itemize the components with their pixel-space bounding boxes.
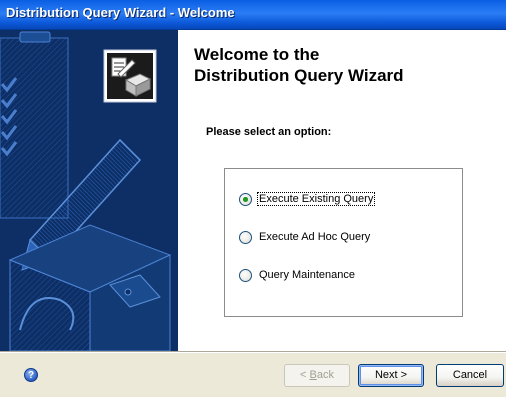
wizard-sidebar-graphic — [0, 30, 178, 351]
wizard-content-panel: Welcome to the Distribution Query Wizard… — [178, 30, 506, 351]
back-button[interactable]: < Back — [284, 364, 350, 387]
radio-button[interactable] — [239, 230, 252, 244]
option-execute-ad-hoc-query[interactable]: Execute Ad Hoc Query — [239, 229, 371, 245]
option-label[interactable]: Query Maintenance — [258, 269, 356, 281]
wizard-window: Distribution Query Wizard - Welcome Welc… — [0, 0, 506, 397]
title-line-2: Distribution Query Wizard — [194, 66, 404, 85]
next-button[interactable]: Next > — [358, 364, 424, 387]
radio-button[interactable] — [239, 268, 252, 282]
option-label[interactable]: Execute Existing Query — [256, 192, 376, 206]
option-execute-existing-query[interactable]: Execute Existing Query — [239, 191, 376, 207]
title-bar: Distribution Query Wizard - Welcome — [0, 0, 506, 30]
cancel-button[interactable]: Cancel — [436, 364, 504, 387]
footer-divider — [0, 351, 506, 353]
query-wizard-icon — [103, 49, 157, 103]
options-group: Execute Existing Query Execute Ad Hoc Qu… — [224, 168, 463, 317]
help-icon[interactable]: ? — [24, 368, 38, 382]
option-prompt: Please select an option: — [206, 126, 332, 138]
title-line-1: Welcome to the — [194, 45, 320, 64]
option-label[interactable]: Execute Ad Hoc Query — [258, 231, 371, 243]
option-query-maintenance[interactable]: Query Maintenance — [239, 267, 356, 283]
radio-button-selected[interactable] — [239, 192, 252, 206]
page-title: Welcome to the Distribution Query Wizard — [194, 44, 404, 86]
window-title: Distribution Query Wizard - Welcome — [6, 5, 235, 20]
